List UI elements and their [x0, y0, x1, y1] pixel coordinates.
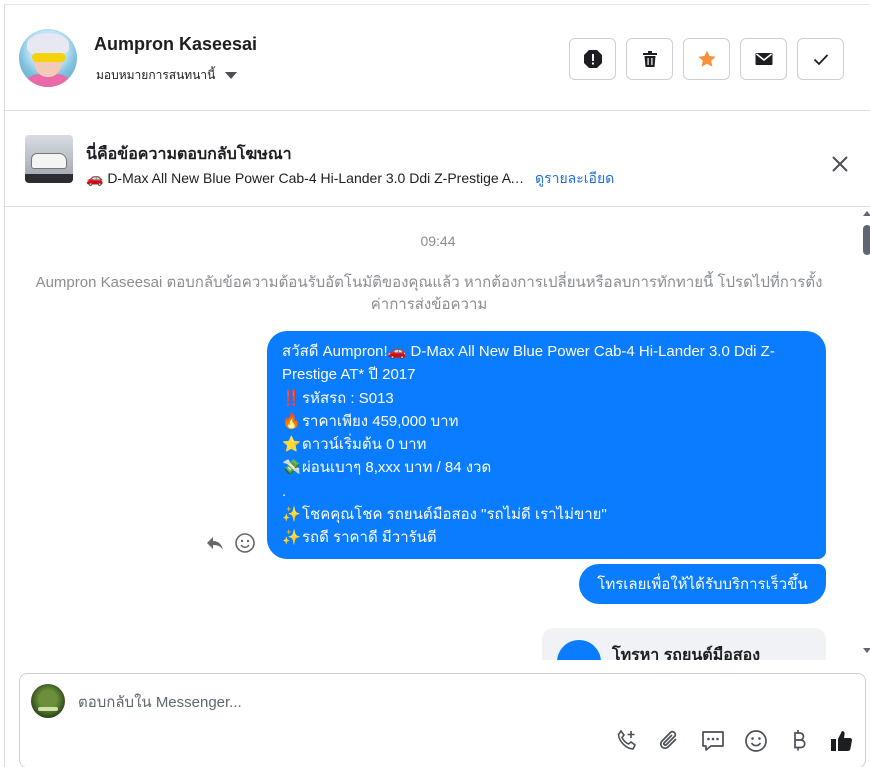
- message-line: .: [282, 482, 287, 500]
- message-text: รหัสรถ : S013: [302, 389, 394, 407]
- done-button[interactable]: [797, 38, 844, 80]
- conversation-header: Aumpron Kaseesai มอบหมายการสนทนานี้: [5, 5, 870, 111]
- message-thread[interactable]: 09:44 Aumpron Kaseesai ตอบกลับข้อความต้อ…: [5, 208, 870, 660]
- caret-down-icon: [225, 72, 238, 79]
- message-text: ดาวน์เริ่มต้น 0 บาท: [302, 436, 427, 454]
- baht-icon[interactable]: [786, 728, 812, 754]
- fire-icon: 🔥: [282, 412, 301, 430]
- system-note: Aumpron Kaseesai ตอบกลับข้อความต้อนรับอั…: [35, 274, 823, 313]
- mark-unread-button[interactable]: [740, 38, 787, 80]
- star-button[interactable]: [683, 38, 730, 80]
- message-line: 🔥ราคาเพียง 459,000 บาท: [282, 410, 810, 433]
- header-actions: [569, 38, 844, 80]
- ad-details-link[interactable]: ดูรายละเอียด: [535, 168, 614, 190]
- assign-conversation-dropdown[interactable]: มอบหมายการสนทนานี้: [96, 66, 238, 85]
- quick-reply-bubble[interactable]: โทรเลยเพื่อให้ได้รับบริการเร็วขึ้น: [579, 564, 826, 604]
- delete-button[interactable]: [626, 38, 673, 80]
- star-emoji-icon: ⭐: [282, 436, 301, 454]
- ad-subtitle: 🚗 D-Max All New Blue Power Cab-4 Hi-Land…: [86, 170, 526, 186]
- message-line: ✨รถดี ราคาดี มีวารันตี: [282, 526, 810, 549]
- thumbs-up-icon[interactable]: [829, 728, 855, 754]
- paperclip-icon[interactable]: [657, 728, 683, 754]
- ad-thumbnail[interactable]: [25, 135, 73, 183]
- assign-label: มอบหมายการสนทนานี้: [96, 68, 216, 82]
- ad-reply-banner: นี่คือข้อความตอบกลับโฆษณา 🚗 D-Max All Ne…: [5, 111, 870, 207]
- close-icon[interactable]: [829, 153, 851, 175]
- avatar-glasses: [32, 53, 66, 62]
- message-text: ราคาเพียง 459,000 บาท: [302, 412, 459, 430]
- ad-title: นี่คือข้อความตอบกลับโฆษณา: [86, 146, 292, 163]
- composer-tools: [614, 728, 855, 754]
- reply-icon[interactable]: [204, 532, 226, 554]
- scroll-down-arrow[interactable]: [863, 648, 870, 653]
- message-line: ⭐ดาวน์เริ่มต้น 0 บาท: [282, 433, 810, 456]
- message-line: 💸ผ่อนเบาๆ 8,xxx บาท / 84 งวด: [282, 456, 810, 479]
- sparkles-icon: ✨: [282, 529, 301, 547]
- message-timestamp: 09:44: [420, 233, 456, 249]
- contact-name[interactable]: Aumpron Kaseesai: [94, 34, 257, 55]
- message-line: ‼️รหัสรถ : S013: [282, 387, 810, 410]
- message-line: ✨โชคคุณโชค รถยนต์มือสอง "รถไม่ดี เราไม่ข…: [282, 503, 810, 526]
- call-card[interactable]: โทรหา รถยนต์มือสอง: [542, 628, 826, 660]
- double-exclamation-icon: ‼️: [282, 389, 301, 407]
- avatar[interactable]: [19, 29, 77, 87]
- saved-reply-icon[interactable]: [700, 728, 726, 754]
- check-icon: [813, 54, 828, 66]
- message-reactions: [204, 532, 256, 554]
- trash-icon: [642, 51, 657, 67]
- message-text: ผ่อนเบาๆ 8,xxx บาท / 84 งวด: [302, 459, 492, 477]
- message-text: โชคคุณโชค รถยนต์มือสอง "รถไม่ดี เราไม่ขา…: [302, 506, 607, 524]
- message-text: รถดี ราคาดี มีวารันตี: [302, 529, 437, 547]
- call-card-title: โทรหา รถยนต์มือสอง: [612, 647, 761, 660]
- scroll-up-arrow[interactable]: [863, 211, 870, 216]
- envelope-icon: [755, 53, 772, 65]
- avatar-hair: [27, 33, 69, 55]
- phone-call-icon: [557, 640, 601, 660]
- car-image: [31, 153, 67, 169]
- emoji-react-icon[interactable]: [234, 532, 256, 554]
- star-icon: [697, 50, 716, 67]
- message-composer: [19, 673, 866, 767]
- spam-button[interactable]: [569, 38, 616, 80]
- thumbnail-strip: [25, 174, 73, 183]
- money-wings-icon: 💸: [282, 459, 301, 477]
- scrollbar-thumb[interactable]: [863, 225, 870, 255]
- outgoing-message-bubble[interactable]: สวัสดี Aumpron!🚗 D-Max All New Blue Powe…: [267, 331, 826, 559]
- page-avatar: [31, 684, 65, 718]
- conversation-panel: Aumpron Kaseesai มอบหมายการสนทนานี้ นี่ค…: [4, 4, 870, 767]
- message-line: สวัสดี Aumpron!🚗 D-Max All New Blue Powe…: [282, 343, 775, 384]
- emoji-icon[interactable]: [743, 728, 769, 754]
- sparkles-icon: ✨: [282, 506, 301, 524]
- alert-icon: [583, 50, 602, 68]
- phone-icon[interactable]: [614, 728, 640, 754]
- reply-input[interactable]: [78, 688, 798, 716]
